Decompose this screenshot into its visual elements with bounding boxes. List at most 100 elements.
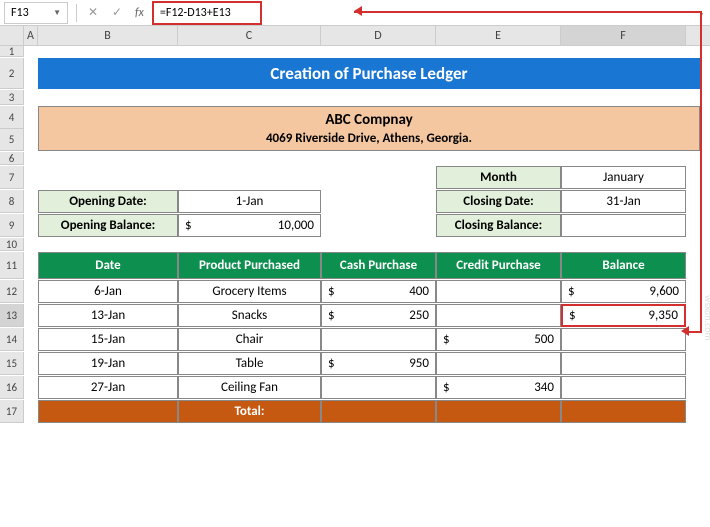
cash-cell[interactable]: $250 [321,304,436,327]
credit-cell[interactable]: $500 [436,328,561,351]
cell-A11[interactable] [24,252,38,279]
hdr-cash[interactable]: Cash Purchase [321,252,436,279]
col-header-F[interactable]: F [561,26,686,45]
date-cell[interactable]: 15-Jan [38,328,178,351]
product-cell[interactable]: Ceiling Fan [178,376,321,399]
total-row: 17 Total: [0,400,710,424]
table-row: 14 15-Jan Chair $500 [0,328,710,352]
balance-cell[interactable] [561,376,686,399]
row-11: 11 Date Product Purchased Cash Purchase … [0,252,710,280]
col-header-B[interactable]: B [38,26,178,45]
cell-D9[interactable] [321,214,436,237]
cell-A16[interactable] [24,376,38,399]
total-label[interactable]: Total: [178,400,321,423]
row-header-12[interactable]: 12 [0,280,24,303]
month-label[interactable]: Month [436,166,561,189]
product-cell[interactable]: Table [178,352,321,375]
chevron-down-icon[interactable]: ⌄ [698,8,705,18]
cell-A7[interactable] [24,166,38,189]
col-header-E[interactable]: E [436,26,561,45]
product-cell[interactable]: Chair [178,328,321,351]
total-spacer[interactable] [38,400,178,423]
credit-cell[interactable]: $340 [436,376,561,399]
cell-A17[interactable] [24,400,38,423]
hdr-balance[interactable]: Balance [561,252,686,279]
balance-cell[interactable]: $9,600 [561,280,686,303]
row-header-14[interactable]: 14 [0,328,24,351]
row-header-8[interactable]: 8 [0,190,24,213]
cell-A15[interactable] [24,352,38,375]
date-cell[interactable]: 13-Jan [38,304,178,327]
row-8: 8 Opening Date: 1-Jan Closing Date: 31-J… [0,190,710,214]
product-cell[interactable]: Grocery Items [178,280,321,303]
name-box[interactable]: F13 ▼ [4,2,68,24]
cell-B7[interactable] [38,166,178,189]
formula-input[interactable]: =F12-D13+E13 [152,1,262,25]
open-date-value[interactable]: 1-Jan [178,190,321,213]
hdr-date[interactable]: Date [38,252,178,279]
cell-A4[interactable] [24,106,38,151]
col-header-D[interactable]: D [321,26,436,45]
cell-A9[interactable] [24,214,38,237]
col-header-C[interactable]: C [178,26,321,45]
cell-C7[interactable] [178,166,321,189]
credit-cell[interactable] [436,352,561,375]
row-3: 3 [0,90,710,106]
fx-icon[interactable]: fx [135,6,144,20]
cell-A2[interactable] [24,58,38,89]
open-bal-label[interactable]: Opening Balance: [38,214,178,237]
row-header-9[interactable]: 9 [0,214,24,237]
company-box[interactable]: ABC Compnay 4069 Riverside Drive, Athens… [38,106,700,151]
total-balance[interactable] [561,400,686,423]
active-cell[interactable]: $9,350 [561,304,686,327]
row-header-10[interactable]: 10 [0,238,24,251]
cell-A12[interactable] [24,280,38,303]
check-icon[interactable]: ✓ [109,5,125,20]
credit-cell[interactable] [436,304,561,327]
balance-cell[interactable] [561,352,686,375]
row-header-7[interactable]: 7 [0,166,24,189]
credit-cell[interactable] [436,280,561,303]
cash-cell[interactable] [321,328,436,351]
close-date-label[interactable]: Closing Date: [436,190,561,213]
row-header-15[interactable]: 15 [0,352,24,375]
cash-cell[interactable]: $400 [321,280,436,303]
open-date-label[interactable]: Opening Date: [38,190,178,213]
row-header-3[interactable]: 3 [0,90,24,105]
cash-cell[interactable]: $950 [321,352,436,375]
date-cell[interactable]: 19-Jan [38,352,178,375]
total-cash[interactable] [321,400,436,423]
cell-A14[interactable] [24,328,38,351]
cash-cell[interactable] [321,376,436,399]
cancel-icon[interactable]: ✕ [85,5,101,20]
select-all-corner[interactable] [0,26,24,45]
hdr-product[interactable]: Product Purchased [178,252,321,279]
row-header-2[interactable]: 2 [0,58,24,89]
close-bal-value[interactable] [561,214,686,237]
close-bal-label[interactable]: Closing Balance: [436,214,561,237]
col-header-A[interactable]: A [24,26,38,45]
row-header-11[interactable]: 11 [0,252,24,279]
hdr-credit[interactable]: Credit Purchase [436,252,561,279]
cell-D7[interactable] [321,166,436,189]
row-header-13[interactable]: 13 [0,304,24,327]
row-header-17[interactable]: 17 [0,400,24,423]
row-header-16[interactable]: 16 [0,376,24,399]
row-header-1[interactable]: 1 [0,46,24,57]
open-bal-value[interactable]: $10,000 [178,214,321,237]
close-date-value[interactable]: 31-Jan [561,190,686,213]
date-cell[interactable]: 6-Jan [38,280,178,303]
row-6: 6 [0,152,710,166]
cell-D8[interactable] [321,190,436,213]
chevron-down-icon[interactable]: ▼ [53,8,61,18]
total-credit[interactable] [436,400,561,423]
product-cell[interactable]: Snacks [178,304,321,327]
month-value[interactable]: January [561,166,686,189]
date-cell[interactable]: 27-Jan [38,376,178,399]
page-title[interactable]: Creation of Purchase Ledger [38,58,700,89]
balance-cell[interactable] [561,328,686,351]
row-header-6[interactable]: 6 [0,152,24,165]
cell-A8[interactable] [24,190,38,213]
row-header-4-5[interactable]: 4 5 [0,106,24,151]
cell-A13[interactable] [24,304,38,327]
